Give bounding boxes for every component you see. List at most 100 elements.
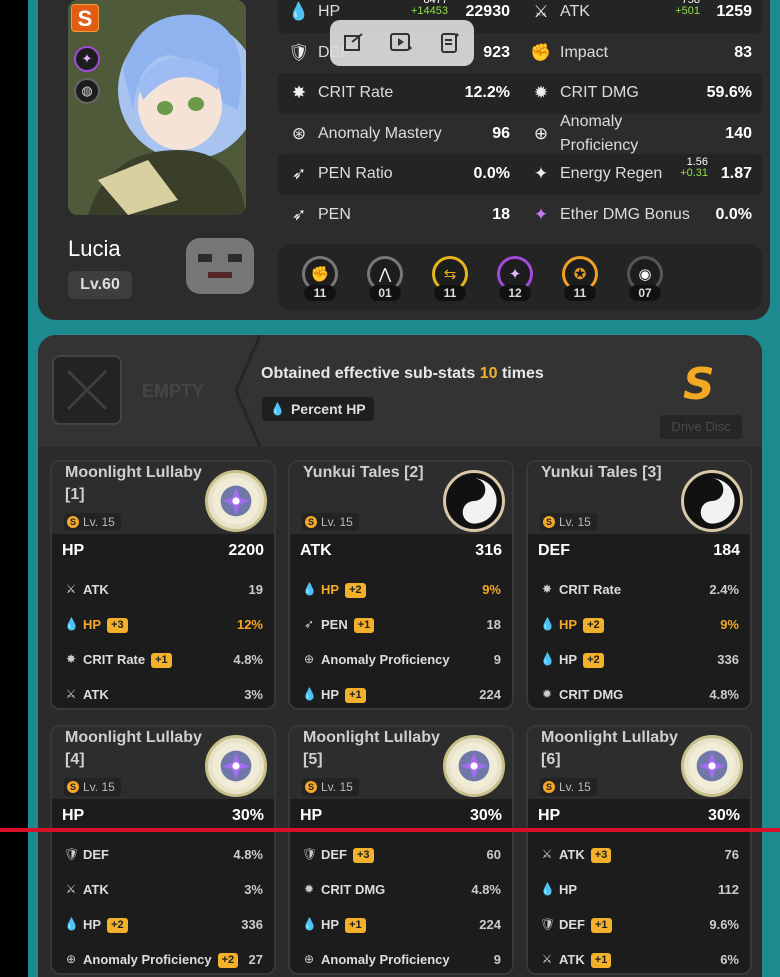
substat-label: DEF +3 [321,847,374,863]
substat-name: HP [321,582,340,597]
disc-level-text: Lv. 15 [559,780,591,794]
anomaly-proficiency-value: 140 [725,124,752,142]
substat-value: 9% [720,617,739,632]
hp-icon: 💧 [64,917,79,931]
hp-icon: 💧 [540,617,555,631]
disc-level: S Lv. 15 [540,778,597,796]
drive-disc-card[interactable]: Moonlight Lullaby [4] S Lv. 15 HP 30% 🛡 DEF 4.8… [50,725,276,975]
percent-tag-label: Percent HP [290,401,366,417]
drive-disc-card[interactable]: Yunkui Tales [2] S Lv. 15 ATK 316 💧 HP +2 9% ➶ PEN… [288,460,514,710]
substat-label: HP +1 [321,687,366,703]
crit-dmg-stat: ✹ CRIT DMG [530,73,639,114]
energy-regen-bonus: +0.31 [680,167,708,179]
substat-value: 9 [493,652,501,667]
disc-level: S Lv. 15 [302,778,359,796]
substat-roll-badge: +1 [151,653,172,668]
disc-substat: 💧 HP +1 224 [290,678,512,708]
substat-name: ATK [83,882,109,897]
substat-name: ATK [83,582,109,597]
substat-name: DEF [83,847,109,862]
disc-substat: 🛡 DEF +3 60 [290,838,512,873]
substat-name: DEF [321,847,347,862]
substat-name: ATK [559,952,585,967]
anomaly-proficiency-icon: ⊕ [533,123,549,143]
substat-name: CRIT Rate [559,582,622,597]
stat-label: Energy Regen [560,165,663,183]
substat-name: HP [559,652,578,667]
pen-ratio-icon: ➶ [291,164,307,184]
substat-name: HP [83,617,102,632]
drive-disc-card[interactable]: Yunkui Tales [3] S Lv. 15 DEF 184 ✸ CRIT Rate 2… [526,460,752,710]
crit-rate-icon: ✸ [291,83,307,103]
disc-substat: ⚔ ATK 19 [52,573,274,608]
moonlight-lullaby-disc-icon [443,735,505,797]
substat-name: ATK [559,847,585,862]
empty-label: EMPTY [142,381,205,401]
disc-substat: 💧 HP +2 336 [52,908,274,943]
percent-hp-tag: 💧 Percent HP [262,397,374,421]
ether-icon: ✦ [533,204,549,224]
disc-substat: ⚔ ATK +1 6% [528,943,750,973]
video-ai-icon[interactable] [389,30,415,56]
def-icon: 🛡 [64,847,80,861]
main-stat-label: DEF [538,542,570,559]
disc-main-stat: HP 2200 [52,534,274,568]
substat-roll-badge: +2 [107,918,128,933]
substat-name: CRIT DMG [559,687,624,702]
empty-disc-slot[interactable] [52,355,122,425]
disc-main-stat: ATK 316 [290,534,512,568]
substat-value: 60 [486,847,501,862]
disc-level-text: Lv. 15 [321,515,353,529]
stat-row: ⊛ Anomaly Mastery 96 ⊕ Anomaly Proficien… [278,113,762,155]
substat-value: 4.8% [233,847,263,862]
drive-disc-card[interactable]: Moonlight Lullaby [5] S Lv. 15 HP 30% 🛡 DEF +3 6… [288,725,514,975]
hp-icon: 💧 [64,617,79,631]
crit-dmg-icon: ✹ [303,882,315,896]
skill-level: 01 [369,285,401,301]
drive-disc-button[interactable]: Drive Disc [660,415,742,439]
main-stat-value: 184 [713,542,740,559]
character-level: Lv.60 [68,271,132,299]
document-ai-icon[interactable] [437,30,463,56]
disc-substat: ✸ CRIT Rate 2.4% [528,573,750,608]
main-stat-label: HP [300,807,323,824]
skill-level: 07 [629,285,661,301]
substat-name: PEN [321,617,348,632]
s-rank-icon: S [543,516,555,528]
disc-substat: 💧 HP 112 [528,873,750,908]
substat-name: CRIT DMG [321,882,386,897]
moonlight-lullaby-disc-icon [205,470,267,532]
drive-disc-card[interactable]: Moonlight Lullaby [6] S Lv. 15 HP 30% ⚔ ATK +3 7… [526,725,752,975]
anomaly-specialty-icon: ◍ [74,78,100,104]
disc-substat: ⊕ Anomaly Proficiency 9 [290,943,512,973]
empty-slot-icon [66,369,108,411]
disc-substat: 💧 HP +1 224 [290,908,512,943]
substat-label: CRIT DMG [559,687,623,702]
drive-disc-card[interactable]: Moonlight Lullaby [1] S Lv. 15 HP 2200 ⚔ ATK 19… [50,460,276,710]
hp-icon: 💧 [302,687,317,701]
substat-label: ATK [83,582,109,597]
energy-regen-stat: ✦ Energy Regen [530,154,662,195]
s-rank-icon: S [67,781,79,793]
portrait-art [68,0,246,215]
substat-value: 112 [718,882,739,897]
substat-roll-badge: +1 [353,618,375,633]
substat-name: DEF [559,917,585,932]
s-rank-icon: S [543,781,555,793]
substat-value: 9.6% [709,917,739,932]
substat-roll-badge: +2 [583,653,604,668]
atk-icon: ⚔ [65,582,77,596]
pen-ratio-value: 0.0% [473,165,510,182]
screen-capture-icon[interactable] [341,30,367,56]
disc-level-text: Lv. 15 [321,780,353,794]
substat-value: 4.8% [709,687,739,702]
disc-substat: ⊕ Anomaly Proficiency +2 27 [52,943,274,973]
hp-bonus: +14453 [410,5,448,17]
substat-name: HP [559,617,578,632]
substat-name: Anomaly Proficiency [83,952,212,967]
substat-value: 2.4% [709,582,739,597]
substat-roll-badge: +3 [353,848,374,863]
disc-level: S Lv. 15 [302,513,359,531]
divider [234,335,262,447]
s-rank-icon: S [305,516,317,528]
